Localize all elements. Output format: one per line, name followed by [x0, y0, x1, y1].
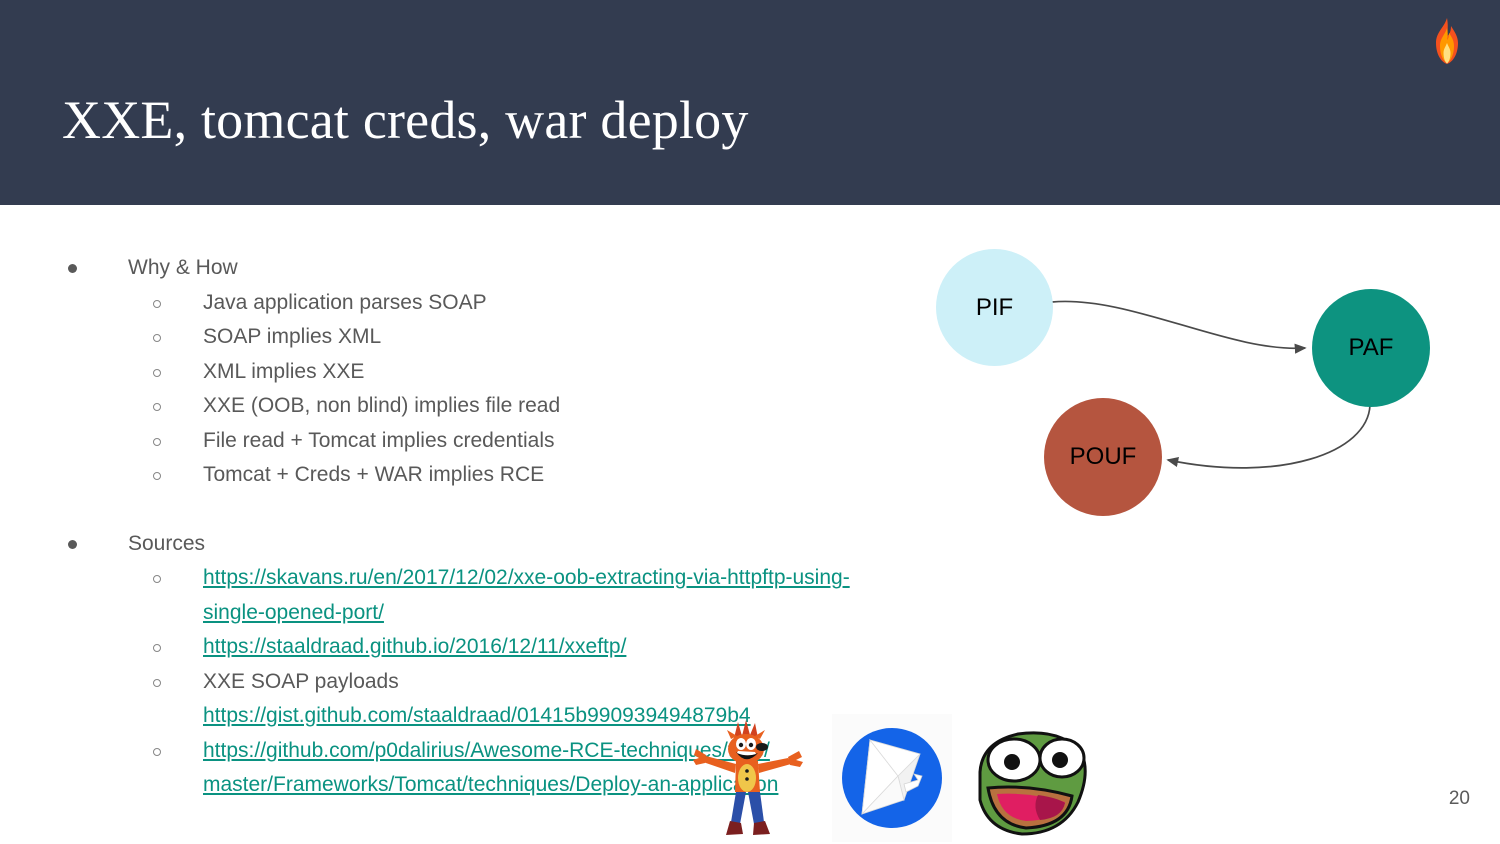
slide-header: XXE, tomcat creds, war deploy [0, 0, 1500, 205]
diagram-node-paf[interactable]: PAF [1312, 289, 1430, 407]
node-diagram: PIF PAF POUF [900, 235, 1480, 535]
outline-item-sources: Sources [0, 527, 900, 562]
diagram-node-label: PIF [975, 293, 1014, 321]
paper-crane-image [832, 714, 952, 842]
source-prefix-label: XXE SOAP payloads [203, 669, 399, 693]
outline-subitem: Java application parses SOAP [0, 286, 900, 321]
bullet-hollow-icon [153, 678, 161, 687]
outline-subitem-label: SOAP implies XML [203, 325, 382, 348]
slide-body: Why & How Java application parses SOAP S… [0, 205, 1500, 844]
bullet-hollow-icon [153, 299, 161, 308]
crash-bandicoot-image [690, 716, 808, 844]
bullet-hollow-icon [153, 437, 161, 446]
source-link[interactable]: https://staaldraad.github.io/2016/12/11/… [203, 635, 626, 658]
outline-subitem: XML implies XXE [0, 355, 900, 390]
diagram-node-pif[interactable]: PIF [936, 249, 1053, 366]
diagram-node-label: PAF [1348, 334, 1394, 361]
bullet-hollow-icon [153, 403, 161, 411]
outline-subitem-label: Tomcat + Creds + WAR implies RCE [203, 463, 545, 486]
outline-subitem-label: XML implies XXE [203, 359, 365, 383]
meme-image-row [682, 710, 1102, 844]
bullet-hollow-icon [153, 644, 161, 652]
bullet-hollow-icon [153, 334, 161, 342]
bullet-hollow-icon [153, 575, 161, 583]
outline-label: Sources [128, 531, 206, 555]
fire-emoji-icon [1424, 16, 1470, 66]
bullet-hollow-icon [153, 747, 161, 756]
source-link[interactable]: https://skavans.ru/en/2017/12/02/xxe-oob… [203, 566, 850, 624]
outline-subitem: SOAP implies XML [0, 320, 900, 355]
page-title: XXE, tomcat creds, war deploy [62, 90, 749, 150]
outline-subitem: File read + Tomcat implies credentials [0, 424, 900, 459]
pepe-frog-image [970, 722, 1090, 840]
outline-subitem: Tomcat + Creds + WAR implies RCE [0, 458, 900, 493]
outline-subitem-label: File read + Tomcat implies credentials [203, 428, 555, 452]
outline-subitem-label: Java application parses SOAP [203, 290, 487, 314]
diagram-node-pouf[interactable]: POUF [1044, 398, 1162, 516]
bullet-filled-icon [68, 264, 77, 273]
bullet-filled-icon [68, 539, 77, 549]
outline-label: Why & How [128, 256, 238, 279]
outline-item-why-how: Why & How [0, 251, 900, 286]
source-item: https://skavans.ru/en/2017/12/02/xxe-oob… [0, 561, 900, 630]
bullet-hollow-icon [153, 368, 161, 377]
outline-subitem-label: XXE (OOB, non blind) implies file read [203, 394, 561, 417]
outline-subitem: XXE (OOB, non blind) implies file read [0, 389, 900, 424]
bullet-hollow-icon [153, 472, 161, 480]
source-link[interactable]: https://gist.github.com/staaldraad/01415… [203, 704, 751, 727]
page-number: 20 [1448, 788, 1470, 809]
source-item: https://staaldraad.github.io/2016/12/11/… [0, 630, 900, 665]
diagram-node-label: POUF [1069, 443, 1137, 470]
